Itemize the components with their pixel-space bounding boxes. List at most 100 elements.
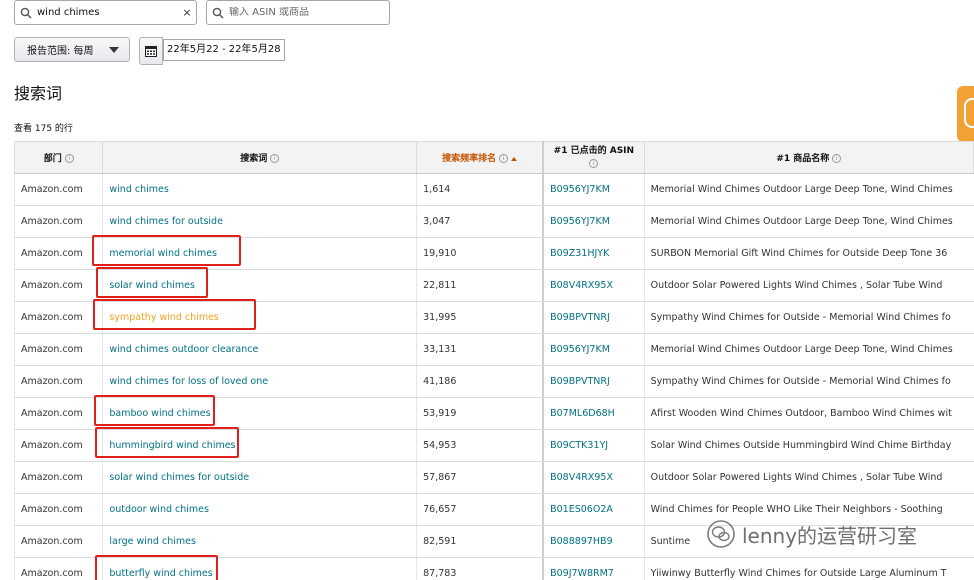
asin-link[interactable]: B0956YJ7KM	[542, 333, 645, 366]
asin-link[interactable]: B01ES06O2A	[542, 493, 645, 526]
chevron-down-icon	[109, 47, 119, 53]
table-row: Amazon.com sympathy wind chimes 31,995 B…	[13, 299, 974, 334]
asin-link[interactable]: B0956YJ7KM	[542, 173, 645, 206]
search-term-link[interactable]: wind chimes outdoor clearance	[102, 333, 417, 366]
column-header-department[interactable]: 部门 i	[13, 141, 104, 174]
department-cell: Amazon.com	[13, 269, 103, 302]
product-name: Outdoor Solar Powered Lights Wind Chimes…	[643, 461, 974, 494]
department-cell: Amazon.com	[13, 557, 103, 580]
asin-search-field[interactable]	[229, 7, 379, 18]
product-name: Afirst Wooden Wind Chimes Outdoor, Bambo…	[643, 397, 974, 430]
department-cell: Amazon.com	[13, 205, 103, 238]
date-range-field[interactable]: 22年5月22 - 22年5月28	[163, 39, 285, 61]
search-frequency-rank: 54,953	[416, 429, 544, 462]
department-cell: Amazon.com	[13, 333, 103, 366]
product-name: Memorial Wind Chimes Outdoor Large Deep …	[643, 173, 974, 206]
feedback-icon	[964, 98, 974, 128]
department-cell: Amazon.com	[13, 525, 103, 558]
asin-search-input[interactable]	[206, 0, 390, 25]
asin-link[interactable]: B0956YJ7KM	[542, 205, 645, 238]
side-feedback-tab[interactable]	[957, 86, 974, 142]
table-row: Amazon.com solar wind chimes for outside…	[13, 461, 974, 494]
table-row: Amazon.com memorial wind chimes 19,910 B…	[13, 235, 974, 270]
search-frequency-rank: 76,657	[416, 493, 544, 526]
search-term-link[interactable]: solar wind chimes	[96, 267, 417, 302]
search-frequency-rank: 19,910	[416, 237, 544, 270]
product-name: Yiiwinwy Butterfly Wind Chimes for Outsi…	[643, 557, 974, 580]
keyword-search-value[interactable]: wind chimes	[37, 7, 178, 18]
info-icon: i	[64, 154, 74, 163]
product-name: Outdoor Solar Powered Lights Wind Chimes…	[643, 269, 974, 302]
search-term-link[interactable]: butterfly wind chimes	[95, 555, 417, 580]
asin-link[interactable]: B08V4RX95X	[542, 461, 645, 494]
asin-link[interactable]: B09BPVTNRJ	[542, 365, 645, 398]
search-term-link[interactable]: sympathy wind chimes	[93, 299, 417, 334]
column-header-top-product-name[interactable]: #1 商品名称 i	[643, 141, 974, 174]
report-range-label: 报告范围: 每周	[27, 46, 94, 57]
search-frequency-rank: 33,131	[416, 333, 544, 366]
search-frequency-rank: 41,186	[416, 365, 544, 398]
watermark: lenny的运营研习室	[706, 519, 917, 549]
asin-link[interactable]: B07ML6D68H	[542, 397, 645, 430]
search-icon	[15, 7, 37, 19]
asin-link[interactable]: B08V4RX95X	[542, 269, 645, 302]
clear-search-icon[interactable]: ×	[178, 6, 196, 19]
department-cell: Amazon.com	[13, 429, 103, 462]
calendar-icon	[145, 46, 157, 57]
search-frequency-rank: 22,811	[416, 269, 544, 302]
keyword-search-input[interactable]: wind chimes ×	[14, 0, 197, 25]
search-term-link[interactable]: large wind chimes	[102, 525, 417, 558]
search-frequency-rank: 87,783	[416, 557, 544, 580]
search-term-link[interactable]: wind chimes for outside	[102, 205, 417, 238]
asin-link[interactable]: B09Z31HJYK	[542, 237, 645, 270]
search-frequency-rank: 1,614	[416, 173, 544, 206]
column-header-top-clicked-asin[interactable]: #1 已点击的 ASIN i	[542, 141, 645, 174]
search-term-link[interactable]: bamboo wind chimes	[94, 395, 417, 430]
search-frequency-rank: 57,867	[416, 461, 544, 494]
product-name: Sympathy Wind Chimes for Outside - Memor…	[643, 301, 974, 334]
asin-link[interactable]: B09CTK31YJ	[542, 429, 645, 462]
table-row: Amazon.com hummingbird wind chimes 54,95…	[13, 427, 974, 462]
search-icon	[207, 7, 229, 19]
info-icon: i	[832, 154, 842, 163]
report-range-dropdown[interactable]: 报告范围: 每周	[14, 37, 130, 62]
column-header-search-frequency-rank[interactable]: 搜索频率排名 i	[416, 141, 544, 174]
watermark-text: lenny的运营研习室	[742, 523, 918, 548]
department-cell: Amazon.com	[13, 397, 103, 430]
calendar-button[interactable]	[139, 37, 163, 65]
page-title: 搜索词	[14, 84, 63, 103]
search-term-link[interactable]: outdoor wind chimes	[102, 493, 417, 526]
info-icon: i	[499, 154, 509, 163]
search-term-link[interactable]: solar wind chimes for outside	[102, 461, 417, 494]
department-cell: Amazon.com	[13, 237, 103, 270]
asin-link[interactable]: B09BPVTNRJ	[542, 301, 645, 334]
table-header-row: 部门 i 搜索词 i 搜索频率排名 i #1 已点击的 ASIN i #1 商品名称 i	[13, 141, 974, 174]
asin-link[interactable]: B09J7W8RM7	[542, 557, 645, 580]
product-name: Solar Wind Chimes Outside Hummingbird Wi…	[643, 429, 974, 462]
search-term-link[interactable]: hummingbird wind chimes	[95, 427, 417, 462]
search-term-link[interactable]: memorial wind chimes	[92, 235, 417, 270]
product-name: Sympathy Wind Chimes for Outside - Memor…	[643, 365, 974, 398]
department-cell: Amazon.com	[13, 301, 103, 334]
product-name: Memorial Wind Chimes Outdoor Large Deep …	[643, 205, 974, 238]
search-term-link[interactable]: wind chimes for loss of loved one	[102, 365, 417, 398]
column-header-search-term[interactable]: 搜索词 i	[102, 141, 418, 174]
search-term-link[interactable]: wind chimes	[102, 173, 417, 206]
info-icon: i	[589, 158, 599, 168]
search-frequency-rank: 31,995	[416, 301, 544, 334]
asin-link[interactable]: B088897HB9	[542, 525, 645, 558]
table-row: Amazon.com butterfly wind chimes 87,783 …	[13, 555, 974, 580]
search-frequency-rank: 53,919	[416, 397, 544, 430]
row-count: 查看 175 的行	[14, 124, 73, 134]
table-row: Amazon.com wind chimes for loss of loved…	[13, 365, 974, 398]
product-name: Memorial Wind Chimes Outdoor Large Deep …	[643, 333, 974, 366]
department-cell: Amazon.com	[13, 173, 103, 206]
search-frequency-rank: 3,047	[416, 205, 544, 238]
product-name: SURBON Memorial Gift Wind Chimes for Out…	[643, 237, 974, 270]
table-row: Amazon.com wind chimes for outside 3,047…	[13, 205, 974, 238]
department-cell: Amazon.com	[13, 365, 103, 398]
department-cell: Amazon.com	[13, 461, 103, 494]
search-terms-table: 部门 i 搜索词 i 搜索频率排名 i #1 已点击的 ASIN i #1 商品名称 i …	[13, 141, 974, 580]
table-row: Amazon.com wind chimes 1,614 B0956YJ7KM …	[13, 173, 974, 206]
info-icon: i	[270, 154, 280, 163]
